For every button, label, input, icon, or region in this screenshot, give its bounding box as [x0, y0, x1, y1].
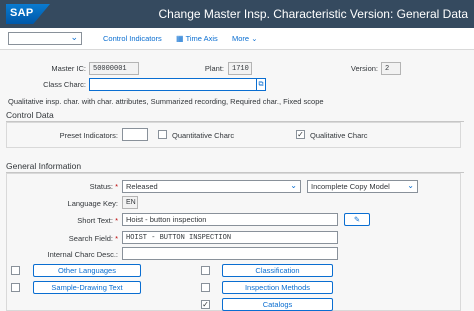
plant-label: Plant:: [204, 64, 224, 73]
time-axis-button[interactable]: ▦ Time Axis: [176, 34, 218, 43]
preset-indicators-label: Preset Indicators:: [59, 131, 118, 140]
chevron-down-icon: ⌄: [251, 34, 258, 43]
shell-bar: SAP Change Master Insp. Characteristic V…: [0, 0, 474, 28]
logo-text: SAP: [10, 7, 34, 19]
internal-charc-desc-label: Internal Charc Desc.:: [47, 250, 118, 259]
master-ic-field: 50000001: [89, 62, 139, 75]
classification-checkbox[interactable]: [201, 266, 210, 275]
classification-button[interactable]: Classification: [222, 264, 333, 277]
quantitative-label: Quantitative Charc: [172, 131, 235, 140]
other-languages-button[interactable]: Other Languages: [33, 264, 141, 277]
action-select[interactable]: ⌄: [8, 32, 82, 45]
characteristic-description: Qualitative insp. char. with char. attri…: [8, 97, 324, 106]
status-value: Released: [126, 182, 158, 191]
quantitative-checkbox[interactable]: [158, 130, 167, 139]
short-text-input[interactable]: Hoist - button inspection: [122, 213, 338, 226]
language-key-field: EN: [122, 196, 138, 209]
version-label: Version:: [350, 64, 378, 73]
sample-drawing-text-button[interactable]: Sample-Drawing Text: [33, 281, 141, 294]
toolbar: ⌄ Control Indicators ▦ Time Axis More ⌄: [0, 28, 474, 50]
value-help-icon[interactable]: ⧉: [256, 78, 266, 91]
qualitative-checkbox[interactable]: ✓: [296, 130, 305, 139]
control-data-title: Control Data: [6, 110, 54, 120]
class-charc-input[interactable]: [89, 78, 257, 91]
preset-indicators-input[interactable]: [122, 128, 148, 141]
other-languages-checkbox[interactable]: [11, 266, 20, 275]
internal-charc-desc-input[interactable]: [122, 247, 338, 260]
inspection-methods-button[interactable]: Inspection Methods: [222, 281, 333, 294]
sample-drawing-checkbox[interactable]: [11, 283, 20, 292]
class-charc-label: Class Charc:: [43, 80, 86, 89]
more-label: More: [232, 34, 250, 43]
language-key-label: Language Key:: [67, 199, 118, 208]
chevron-down-icon: ⌄: [290, 181, 297, 190]
copy-model-select[interactable]: Incomplete Copy Model ⌄: [307, 180, 418, 193]
general-information-title: General Information: [6, 161, 82, 171]
chevron-down-icon: ⌄: [70, 32, 78, 42]
status-label: Status: *: [89, 182, 118, 191]
plant-field: 1710: [228, 62, 252, 75]
chevron-down-icon: ⌄: [407, 181, 414, 190]
master-ic-label: Master IC:: [51, 64, 86, 73]
page-title: Change Master Insp. Characteristic Versi…: [158, 7, 468, 21]
edit-text-icon[interactable]: ✎: [344, 213, 370, 226]
calendar-icon: ▦: [176, 34, 184, 43]
search-field-label: Search Field: *: [68, 234, 118, 243]
status-select[interactable]: Released ⌄: [122, 180, 301, 193]
version-field: 2: [381, 62, 401, 75]
short-text-label: Short Text: *: [77, 216, 118, 225]
inspection-methods-checkbox[interactable]: [201, 283, 210, 292]
sap-logo[interactable]: SAP: [6, 4, 50, 24]
search-field-input[interactable]: HOIST - BUTTON INSPECTION: [122, 231, 338, 244]
catalogs-checkbox[interactable]: ✓: [201, 300, 210, 309]
time-axis-label: Time Axis: [185, 34, 218, 43]
copy-model-value: Incomplete Copy Model: [311, 182, 390, 191]
catalogs-button[interactable]: Catalogs: [222, 298, 333, 311]
qualitative-label: Qualitative Charc: [310, 131, 368, 140]
more-button[interactable]: More ⌄: [232, 34, 257, 43]
control-indicators-button[interactable]: Control Indicators: [103, 34, 162, 43]
main-content: Master IC: 50000001 Plant: 1710 Version:…: [0, 50, 474, 311]
